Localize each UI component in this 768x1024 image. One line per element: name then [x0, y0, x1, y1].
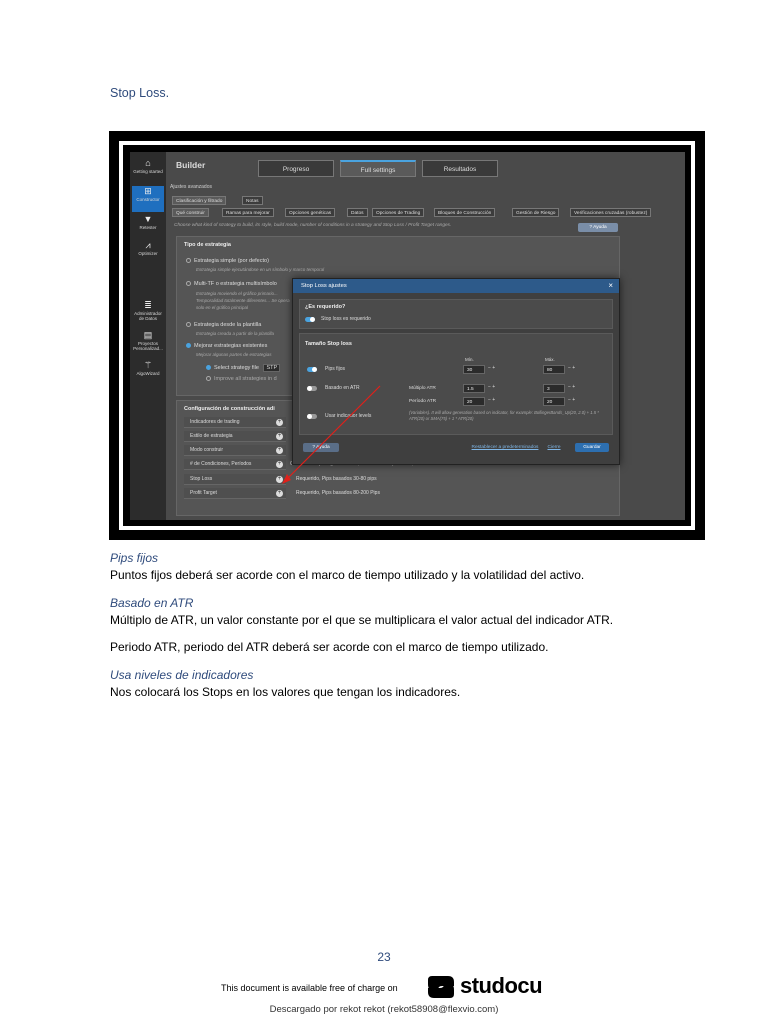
studocu-logo-text[interactable]: studocu	[460, 973, 543, 999]
subheading-niveles-indicadores: Usa niveles de indicadores	[110, 668, 254, 682]
subheading-basado-atr: Basado en ATR	[110, 596, 194, 610]
download-note: Descargado por rekot rekot (rekot58908@f…	[269, 1004, 499, 1015]
studocu-logo-icon	[428, 976, 454, 998]
paragraph: Nos colocará los Stops en los valores qu…	[110, 685, 461, 699]
footer-note: This document is available free of charg…	[221, 983, 398, 993]
paragraph: Puntos fijos deberá ser acorde con el ma…	[110, 568, 585, 582]
page-number: 23	[377, 950, 391, 964]
paragraph: Múltiplo de ATR, un valor constante por …	[110, 613, 614, 627]
section-heading: Stop Loss.	[110, 86, 170, 100]
paragraph: Periodo ATR, periodo del ATR deberá ser …	[110, 640, 549, 654]
annotation-arrow	[282, 385, 381, 484]
embedded-screenshot: ⌂ Getting started ⊞ Constructor ▼ Retest…	[130, 152, 685, 520]
subheading-pips-fijos: Pips fijos	[110, 551, 159, 565]
